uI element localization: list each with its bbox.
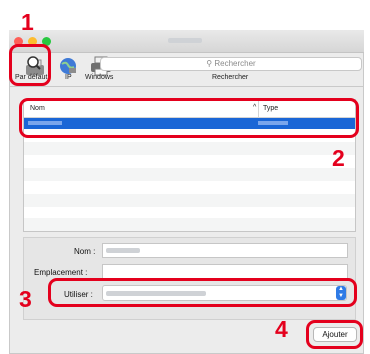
callout-box-3: [48, 278, 357, 307]
location-label: Emplacement :: [34, 268, 88, 277]
search-icon: ⚲: [206, 59, 213, 68]
callout-box-1: [9, 44, 51, 86]
name-label: Nom :: [74, 247, 96, 256]
search-field[interactable]: ⚲ Rechercher: [100, 57, 362, 71]
globe-icon: [60, 58, 76, 74]
name-value-blurred: [106, 248, 140, 253]
ip-tab-label[interactable]: IP: [65, 74, 72, 81]
callout-number-3: 3: [19, 286, 32, 312]
callout-number-1: 1: [21, 9, 34, 35]
windows-tab-label[interactable]: Windows: [85, 74, 113, 81]
table-row: [24, 142, 355, 155]
callout-box-4: [306, 320, 363, 349]
ip-printer-tab[interactable]: [58, 56, 78, 76]
callout-number-4: 4: [275, 316, 288, 342]
location-field[interactable]: [102, 264, 348, 279]
search-placeholder: Rechercher: [214, 59, 256, 68]
window-title-blurred: [168, 38, 202, 43]
table-row: [24, 194, 355, 207]
callout-box-2: [19, 98, 359, 138]
toolbar-divider: [9, 86, 364, 87]
search-caption: Rechercher: [212, 74, 249, 81]
callout-number-2: 2: [332, 145, 345, 171]
table-row: [24, 168, 355, 181]
table-row: [24, 218, 355, 231]
